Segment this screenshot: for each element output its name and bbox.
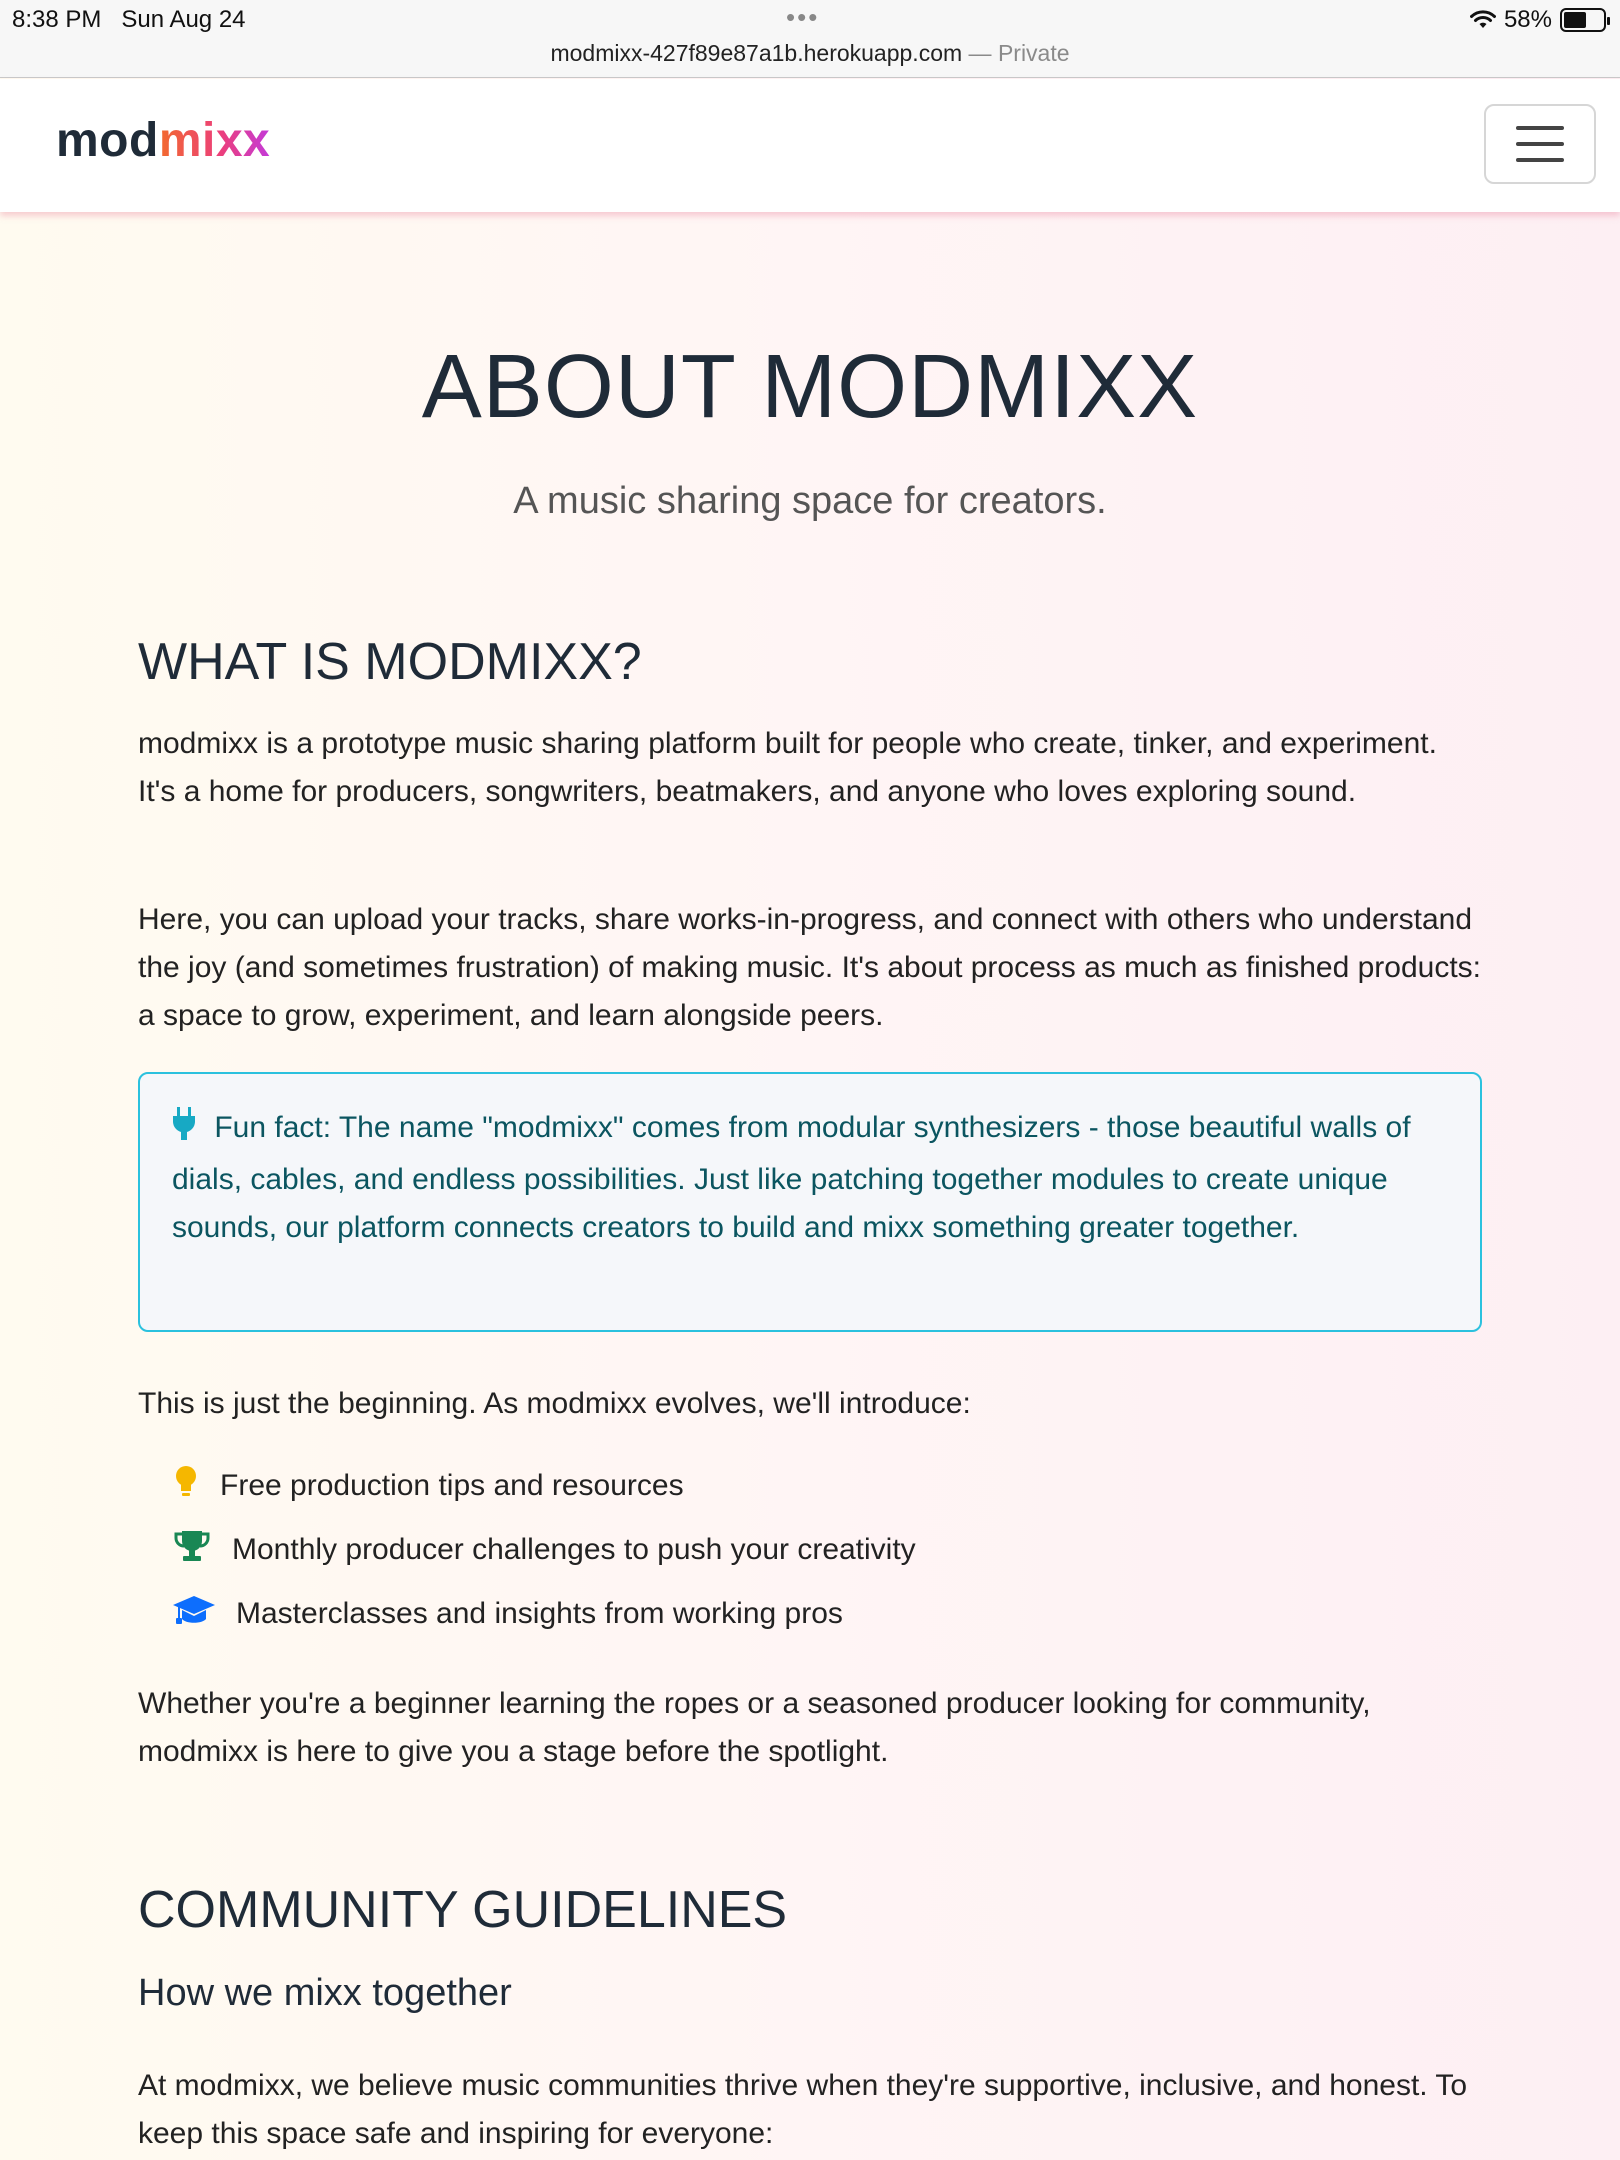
url-text: modmixx-427f89e87a1b.herokuapp.com xyxy=(550,40,963,66)
list-item-text: Free production tips and resources xyxy=(220,1469,684,1502)
battery-icon xyxy=(1560,8,1610,32)
list-item: Masterclasses and insights from working … xyxy=(166,1582,916,1646)
hamburger-menu-button[interactable] xyxy=(1484,104,1596,184)
tab-overview-dots-icon[interactable]: ••• xyxy=(786,2,819,33)
section-subheading: How we mixx together xyxy=(138,1972,512,2014)
page-title: ABOUT MODMIXX xyxy=(421,337,1199,437)
list-item: Free production tips and resources xyxy=(166,1454,916,1518)
list-intro: This is just the beginning. As modmixx e… xyxy=(138,1387,971,1420)
intro-paragraph: modmixx is a prototype music sharing pla… xyxy=(138,727,1437,808)
hamburger-menu-icon-bar xyxy=(1516,158,1564,162)
plug-icon xyxy=(172,1107,206,1156)
page-subtitle: A music sharing space for creators. xyxy=(513,480,1107,522)
guidelines-intro-paragraph: At modmixx, we believe music communities… xyxy=(138,2069,1468,2150)
section-heading-community-guidelines: COMMUNITY GUIDELINES xyxy=(138,1881,788,1939)
battery-percent: 58% xyxy=(1503,6,1552,33)
feature-list: Free production tips and resources Month… xyxy=(166,1454,916,1646)
status-indicators: 58% xyxy=(1469,6,1610,34)
list-item: Monthly producer challenges to push your… xyxy=(166,1518,916,1582)
brand-text-mod: mod xyxy=(56,114,159,167)
site-navbar: modmixx xyxy=(0,79,1620,212)
section-heading-what-is: WHAT IS MODMIXX? xyxy=(138,633,642,691)
hamburger-menu-icon-bar xyxy=(1516,126,1564,130)
fun-fact-callout: Fun fact: The name "modmixx" comes from … xyxy=(138,1072,1482,1332)
closing-paragraph: Whether you're a beginner learning the r… xyxy=(138,1687,1371,1768)
brand-text-mixx: mixx xyxy=(158,114,271,167)
status-time: 8:38 PM Sun Aug 24 xyxy=(12,6,246,34)
url-separator: — xyxy=(962,40,998,66)
status-clock: 8:38 PM xyxy=(12,6,102,33)
upload-paragraph: Here, you can upload your tracks, share … xyxy=(138,903,1481,1032)
browser-status-bar: 8:38 PM Sun Aug 24 ••• 58% modmixx-427f8… xyxy=(0,0,1620,78)
private-label: Private xyxy=(997,40,1070,66)
battery-level-fill xyxy=(1564,12,1586,28)
lightbulb-icon xyxy=(166,1465,206,1507)
address-bar[interactable]: modmixx-427f89e87a1b.herokuapp.com — Pri… xyxy=(0,40,1620,67)
list-item-text: Monthly producer challenges to push your… xyxy=(232,1533,916,1566)
hamburger-menu-icon-bar xyxy=(1516,142,1564,146)
trophy-icon xyxy=(166,1529,218,1571)
fun-fact-text: Fun fact: The name "modmixx" comes from … xyxy=(172,1111,1411,1244)
status-date: Sun Aug 24 xyxy=(121,6,246,33)
graduation-cap-icon xyxy=(166,1594,222,1634)
list-item-text: Masterclasses and insights from working … xyxy=(236,1597,843,1630)
brand-logo-link[interactable]: modmixx xyxy=(56,113,270,168)
wifi-icon xyxy=(1469,10,1496,30)
